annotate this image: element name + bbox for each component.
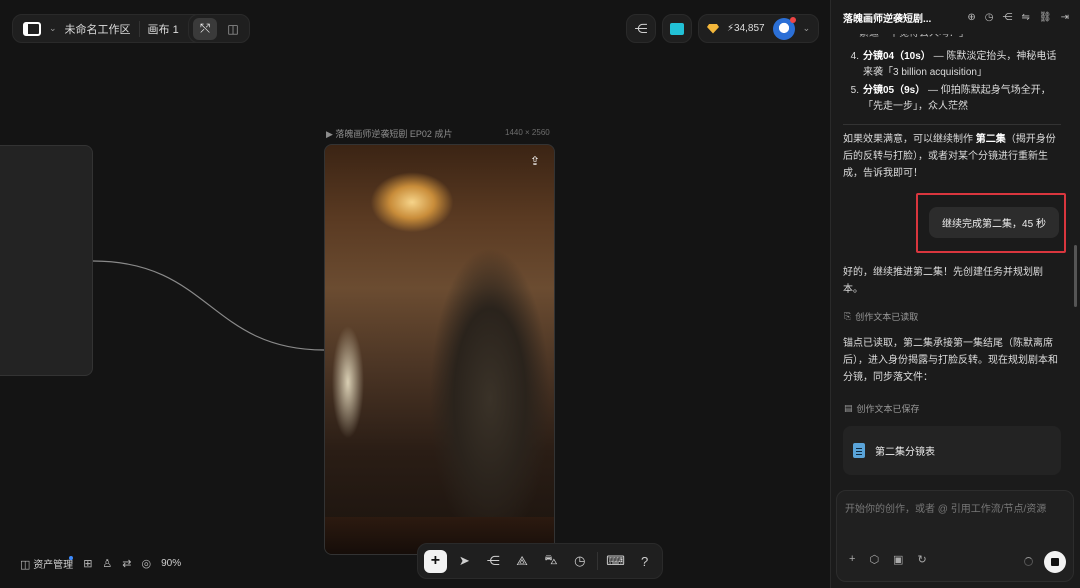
list-number: 5. <box>850 85 859 96</box>
keyboard-icon[interactable]: ⌨ <box>604 550 627 573</box>
panel-title[interactable]: 落魄画师逆袭短剧... <box>843 10 958 25</box>
canvas-toolbar: + ➤ ⋲ ⟁ ⛍ ◷ ⌨ ? <box>417 543 663 579</box>
loading-icon <box>1024 557 1033 566</box>
list-title: 分镜05（9s） <box>863 85 926 96</box>
cube-icon[interactable]: ⬡ <box>869 553 879 566</box>
sidebar-icon: ◫ <box>20 559 31 571</box>
bottom-left-bar: ◫ 资产管理 ⊞ ♙ ⇄ ◎ 90% <box>20 556 181 571</box>
list-desc-cont: 来袭「3 billion acquisition」 <box>863 67 987 78</box>
collapse-panel-icon[interactable]: ⇥ <box>1061 12 1069 23</box>
message-text: 如果效果满意，可以继续制作 <box>843 134 976 145</box>
plus-icon[interactable]: + <box>849 553 855 566</box>
divider <box>843 124 1061 125</box>
stop-icon <box>1051 558 1059 566</box>
workflow-icon[interactable]: ⋲ <box>482 550 505 573</box>
help-icon[interactable]: ? <box>633 550 656 573</box>
eye-icon[interactable]: ◎ <box>142 557 152 570</box>
user-message: 继续完成第二集，45 秒 <box>929 207 1059 238</box>
swap-icon[interactable]: ⇄ <box>122 557 131 570</box>
add-node-button[interactable]: + <box>424 549 447 573</box>
stop-button[interactable] <box>1044 551 1066 573</box>
media-icon[interactable]: ▣ <box>893 553 903 566</box>
assistant-message: 锚点已读取，第二集承接第一集结尾（陈默离席后），进入身份揭露与打脸反转。现在规划… <box>843 335 1061 386</box>
list-item: 4. 分镜04（10s） — 陈默淡定抬头，神秘电话来袭「3 billion a… <box>843 49 1069 81</box>
chat-input[interactable] <box>845 499 1067 519</box>
export-icon[interactable]: ⇪ <box>530 154 540 168</box>
message-text: 好的，继续推进第二集！先创建任务并规划剧本。 <box>843 267 1043 295</box>
shapes-icon[interactable]: ⟁ <box>511 550 534 573</box>
list-number: 4. <box>850 51 859 62</box>
frame-title[interactable]: ▶ 落魄画师逆袭短剧 EP02 成片 <box>326 127 452 140</box>
person-icon[interactable]: ♙ <box>102 557 112 570</box>
list-title: 分镜04（10s） <box>863 51 931 62</box>
panel-header: 落魄画师逆袭短剧... ⊕ ◷ ⋲ ⇋ ⛓ ⇥ <box>831 0 1080 34</box>
app-window: ⌄ 未命名工作区 画布 1 ⌄ ⤲ ◫ ⋲ ⚡34,857 ⌄ ▶ 落魄画师逆袭… <box>0 0 1080 588</box>
document-title: 第二集分镜表 <box>875 447 935 458</box>
list-desc-cont: 「先走一步」，众人茫然 <box>863 101 968 112</box>
settings-sliders-icon[interactable]: ⇋ <box>1022 12 1030 23</box>
share-icon[interactable]: ⋲ <box>1003 12 1013 23</box>
car-icon[interactable]: ⛍ <box>540 550 563 573</box>
grid-icon[interactable]: ⊞ <box>83 557 92 570</box>
document-read-icon: ⎘ <box>844 311 852 321</box>
list-desc: — 陈默淡定抬头，神秘电话 <box>930 51 1057 62</box>
message-text: 锚点已读取，第二集承接第一集结尾（陈默离席后），进入身份揭露与打脸反转。现在规划… <box>843 338 1058 383</box>
history-icon[interactable]: ◷ <box>568 550 591 573</box>
select-cursor-icon[interactable]: ➤ <box>453 550 476 573</box>
assets-label: 资产管理 <box>33 560 74 571</box>
canvas[interactable]: ⌄ 未命名工作区 画布 1 ⌄ ⤲ ◫ ⋲ ⚡34,857 ⌄ ▶ 落魄画师逆袭… <box>0 0 830 588</box>
user-message-text: 继续完成第二集，45 秒 <box>942 219 1046 230</box>
assistant-message: 如果效果满意，可以继续制作 第二集（揭开身份后的反转与打脸），或者对某个分镜进行… <box>843 131 1061 182</box>
divider <box>597 552 599 570</box>
tool-status[interactable]: ⎘ 创作文本已读取 <box>844 310 918 323</box>
refresh-icon[interactable]: ↻ <box>917 553 926 566</box>
history-icon[interactable]: ◷ <box>985 12 994 23</box>
video-frame-node[interactable] <box>324 144 555 555</box>
scrollbar[interactable] <box>1074 245 1077 307</box>
list-desc: — 仰拍陈默起身气场全开， <box>925 85 1051 96</box>
assistant-message: 好的，继续推进第二集！先创建任务并规划剧本。 <box>843 264 1061 298</box>
list-item: 5. 分镜05（9s） — 仰拍陈默起身气场全开， 「先走一步」，众人茫然 <box>843 83 1069 115</box>
new-chat-icon[interactable]: ⊕ <box>967 12 975 23</box>
document-saved-icon: ▤ <box>844 403 853 413</box>
chat-input-box: + ⬡ ▣ ↻ <box>836 490 1074 582</box>
assets-button[interactable]: ◫ 资产管理 <box>20 556 74 571</box>
zoom-level[interactable]: 90% <box>161 558 181 569</box>
input-actions: + ⬡ ▣ ↻ <box>849 553 927 566</box>
link-icon[interactable]: ⛓ <box>1039 12 1052 23</box>
document-card[interactable]: 第二集分镜表 <box>843 426 1061 475</box>
list-text: 分镜04（10s） — 陈默淡定抬头，神秘电话来袭「3 billion acqu… <box>863 49 1056 81</box>
document-icon <box>853 443 865 458</box>
status-text: 创作文本已读取 <box>855 312 919 322</box>
frame-size: 1440 × 2560 <box>505 128 550 137</box>
message-highlight: 第二集 <box>975 134 1006 145</box>
tool-status[interactable]: ▤ 创作文本已保存 <box>844 402 920 415</box>
status-text: 创作文本已保存 <box>856 404 920 414</box>
list-text: 分镜05（9s） — 仰拍陈默起身气场全开， 「先走一步」，众人茫然 <box>863 83 1051 115</box>
